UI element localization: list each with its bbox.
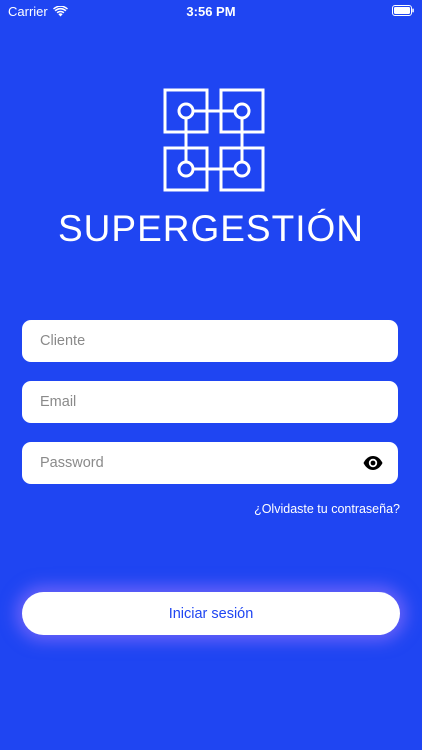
email-field[interactable] bbox=[22, 381, 398, 423]
status-bar: Carrier 3:56 PM bbox=[0, 0, 422, 22]
forgot-password-link[interactable]: ¿Olvidaste tu contraseña? bbox=[254, 502, 400, 516]
email-input[interactable] bbox=[38, 381, 342, 423]
cliente-input[interactable] bbox=[38, 320, 342, 362]
show-password-eye-icon[interactable] bbox=[363, 455, 383, 471]
cliente-field[interactable] bbox=[22, 320, 398, 362]
login-button[interactable]: Iniciar sesión bbox=[22, 592, 400, 635]
brand-name: SUPERGESTIÓN bbox=[58, 208, 364, 249]
password-field[interactable] bbox=[22, 442, 398, 484]
login-screen: Carrier 3:56 PM SUPERGESTIÓN Cliente Ema… bbox=[0, 0, 422, 750]
supergestion-logo-icon bbox=[163, 88, 265, 192]
battery-icon bbox=[392, 5, 414, 16]
password-input[interactable] bbox=[38, 442, 342, 484]
clock: 3:56 PM bbox=[186, 4, 236, 19]
